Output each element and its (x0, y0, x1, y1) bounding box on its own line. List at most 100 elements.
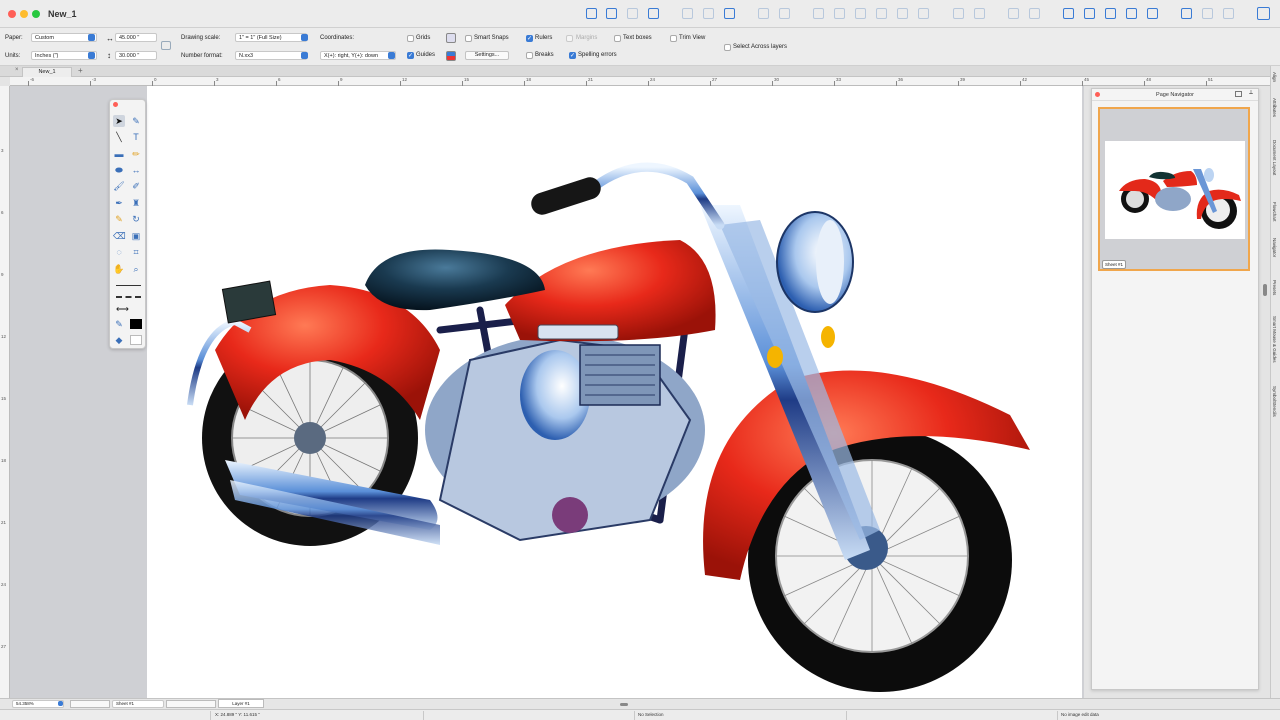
unlock-icon[interactable] (1029, 8, 1040, 19)
text-tool-icon[interactable]: T (130, 131, 142, 143)
knife-tool-icon[interactable]: ✐ (130, 180, 142, 192)
breaks-checkbox[interactable] (526, 52, 533, 59)
bring-forward-icon[interactable] (834, 8, 845, 19)
ellipse-tool-icon[interactable]: ⬬ (113, 164, 125, 176)
edit-icon[interactable] (1181, 8, 1192, 19)
sidebar-tab-align[interactable]: Align (1272, 72, 1277, 82)
open-document-icon[interactable] (606, 8, 617, 19)
cut-icon[interactable] (682, 8, 693, 19)
trim-view-checkbox[interactable] (670, 35, 677, 42)
rulers-checkbox[interactable] (526, 35, 533, 42)
motorcycle-illustration[interactable] (147, 86, 1082, 698)
add-tab-icon[interactable]: + (78, 66, 83, 75)
document-layout-icon[interactable] (1084, 8, 1095, 19)
layers-down-icon[interactable] (918, 8, 929, 19)
stamp-tool-icon[interactable]: ♜ (130, 197, 142, 209)
new-document-icon[interactable] (586, 8, 597, 19)
width-field[interactable]: 45.000 " (115, 33, 157, 42)
camera-tool-icon[interactable]: ▣ (130, 230, 142, 242)
units-select-stepper[interactable] (88, 52, 95, 59)
page-thumbnail[interactable]: Sheet #1 (1098, 107, 1250, 271)
arrowheads-icon[interactable]: ⟷ (116, 305, 129, 314)
sidebar-tab-flowchart[interactable]: Flowchart (1272, 202, 1277, 222)
zoom-tool-icon[interactable]: ⌕ (130, 263, 142, 275)
layer-tab[interactable]: Layer #1 (218, 699, 264, 708)
navigator-scrollbar[interactable] (1263, 284, 1267, 296)
select-across-checkbox[interactable] (724, 44, 731, 51)
zoom-stepper[interactable] (58, 701, 63, 706)
align-icon[interactable] (1063, 8, 1074, 19)
sheet-select[interactable]: Sheet #1 (112, 700, 164, 708)
line-tool-icon[interactable]: ╲ (113, 131, 125, 143)
paste-icon[interactable] (724, 8, 735, 19)
paper-select-stepper[interactable] (88, 34, 95, 41)
redo-icon[interactable] (779, 8, 790, 19)
undo-icon[interactable] (758, 8, 769, 19)
line-weight-icon[interactable] (116, 285, 141, 286)
rotate-tool-icon[interactable]: ↻ (130, 213, 142, 225)
fill-bucket-icon[interactable]: ◆ (113, 334, 125, 346)
brush-tool-icon[interactable]: 🖌 (113, 180, 125, 192)
send-backward-icon[interactable] (855, 8, 866, 19)
ungroup-icon[interactable] (974, 8, 985, 19)
vertical-ruler[interactable]: 3 6 9 12 15 18 21 24 27 (0, 86, 10, 698)
sidebar-tab-symbol-stencils[interactable]: SymbolStencils (1272, 386, 1277, 417)
sidebar-tab-smart-mouse[interactable]: Smart Mouse & Guides (1272, 316, 1277, 363)
grid-settings-icon[interactable] (446, 33, 456, 43)
save-icon[interactable] (627, 8, 638, 19)
navigator-options-icon[interactable] (1235, 91, 1242, 97)
document-tab[interactable]: New_1 (22, 67, 72, 77)
height-field[interactable]: 30.000 " (115, 51, 157, 60)
text-boxes-checkbox[interactable] (614, 35, 621, 42)
hand-tool-icon[interactable]: ✋ (113, 263, 125, 275)
pointer-tool-icon[interactable]: ➤ (113, 115, 125, 127)
navigator-pin-icon[interactable]: ⟂ (1249, 90, 1253, 97)
drawing-scale-stepper[interactable] (301, 34, 308, 41)
grids-checkbox[interactable] (407, 35, 414, 42)
guides-checkbox[interactable] (407, 52, 414, 59)
lock-icon[interactable] (1008, 8, 1019, 19)
dash-style-icon[interactable] (116, 296, 141, 298)
camera-icon[interactable] (1126, 8, 1137, 19)
zoom-window-button[interactable] (32, 10, 40, 18)
crop-tool-icon[interactable]: ⌗ (130, 246, 142, 258)
copy-icon[interactable] (703, 8, 714, 19)
sidebar-tab-presets[interactable]: Presets (1272, 280, 1277, 295)
spelling-checkbox[interactable] (569, 52, 576, 59)
drawing-scale-select[interactable]: 1" = 1" (Full Size) (235, 33, 307, 42)
present-icon[interactable] (1202, 8, 1213, 19)
page-nav-buttons[interactable] (70, 700, 110, 708)
help-icon[interactable] (1257, 7, 1270, 20)
group-icon[interactable] (953, 8, 964, 19)
pen-tool-icon[interactable]: ✎ (130, 115, 142, 127)
stroke-picker-icon[interactable]: ✎ (113, 318, 125, 330)
sidebar-tab-attributes[interactable]: Attributes (1272, 98, 1277, 117)
rectangle-tool-icon[interactable]: ▬ (113, 148, 125, 160)
close-window-button[interactable] (8, 10, 16, 18)
close-palette-button[interactable] (113, 102, 118, 107)
horizontal-scrollbar[interactable] (620, 703, 628, 706)
smart-snaps-checkbox[interactable] (465, 35, 472, 42)
highlighter-tool-icon[interactable]: ✎ (113, 213, 125, 225)
guide-color-icon[interactable] (446, 51, 456, 61)
drawing-page[interactable] (147, 86, 1082, 698)
marker-tool-icon[interactable]: ✒ (113, 197, 125, 209)
sidebar-tab-document-layout[interactable]: Document Layout (1272, 140, 1277, 175)
margins-checkbox[interactable] (566, 35, 573, 42)
horizontal-ruler[interactable]: -6 -3 0 3 6 9 12 15 18 21 24 27 30 33 36 39 42 45 48 51 (10, 77, 1270, 86)
number-format-stepper[interactable] (301, 52, 308, 59)
sidebar-tab-navigator[interactable]: Navigator (1272, 238, 1277, 257)
close-tab-icon[interactable]: × (15, 67, 19, 73)
lasso-tool-icon[interactable]: ◌ (113, 246, 125, 258)
pencil-tool-icon[interactable]: ✏ (130, 148, 142, 160)
coordinates-stepper[interactable] (388, 52, 395, 59)
layer-nav-buttons[interactable] (166, 700, 216, 708)
coordinates-select[interactable]: X(+): right, Y(+): down (320, 51, 396, 60)
orientation-icon[interactable] (161, 41, 171, 50)
send-to-back-icon[interactable] (876, 8, 887, 19)
zoom-field[interactable]: 54.358% (12, 700, 64, 708)
fit-width-icon[interactable] (1147, 8, 1158, 19)
fill-color-swatch[interactable] (130, 335, 142, 345)
settings-button[interactable]: Settings... (465, 51, 509, 60)
export-icon[interactable] (1223, 8, 1234, 19)
